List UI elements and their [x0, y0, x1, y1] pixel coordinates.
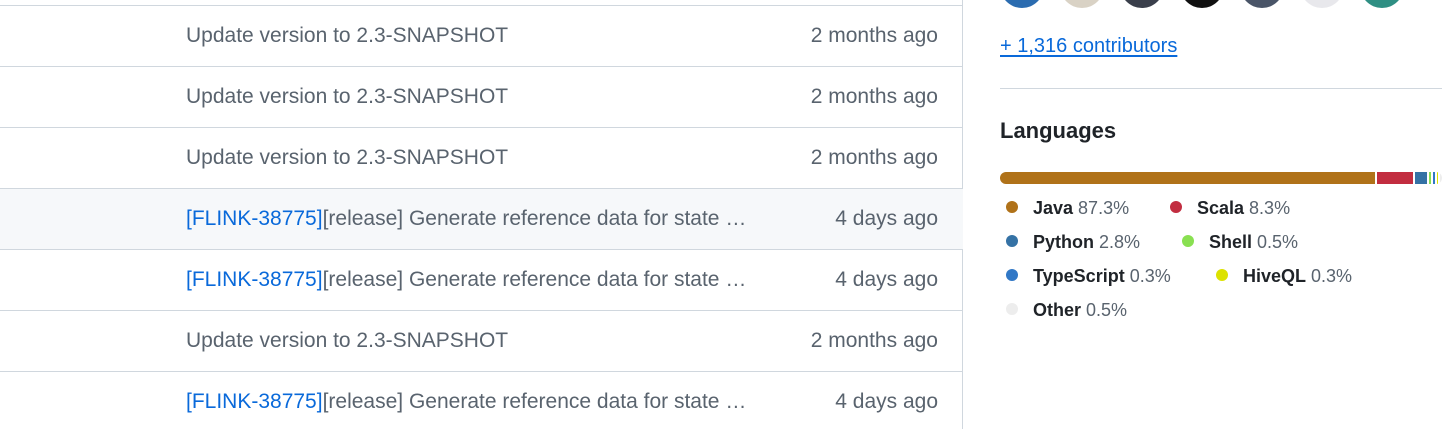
- language-dot-icon: [1006, 235, 1018, 248]
- commit-date: 4 days ago: [835, 207, 938, 230]
- language-name: Java: [1033, 198, 1074, 218]
- language-percent: 2.8%: [1099, 232, 1141, 252]
- commit-message-text[interactable]: [release] Generate reference data for st…: [323, 390, 758, 413]
- commit-message-text[interactable]: Update version to 2.3-SNAPSHOT: [186, 329, 508, 352]
- lang-bar-segment-java[interactable]: [1000, 172, 1376, 184]
- legend-item-typescript[interactable]: TypeScript 0.3%: [1006, 266, 1171, 287]
- commit-date: 2 months ago: [810, 24, 938, 47]
- commit-message[interactable]: [FLINK-38775][release] Generate referenc…: [186, 207, 758, 231]
- file-row[interactable]: [FLINK-38775][release] Generate referenc…: [0, 249, 963, 310]
- legend-item-python[interactable]: Python 2.8%: [1006, 232, 1140, 253]
- contributors-link[interactable]: + 1,316 contributors: [1000, 35, 1177, 58]
- divider: [1000, 88, 1442, 89]
- commit-date: 2 months ago: [810, 329, 938, 352]
- issue-link[interactable]: [FLINK-38775]: [186, 268, 323, 291]
- avatar[interactable]: [1300, 0, 1344, 8]
- language-percent: 8.3%: [1249, 198, 1291, 218]
- language-percent: 87.3%: [1078, 198, 1130, 218]
- commit-message-text[interactable]: [release] Generate reference data for st…: [323, 207, 758, 230]
- language-dot-icon: [1006, 303, 1018, 316]
- file-row[interactable]: Update version to 2.3-SNAPSHOT 2 months …: [0, 66, 963, 127]
- commit-message[interactable]: Update version to 2.3-SNAPSHOT: [186, 85, 508, 109]
- lang-bar-segment-other[interactable]: [1439, 172, 1442, 184]
- lang-bar-segment-python[interactable]: [1415, 172, 1428, 184]
- commit-message[interactable]: Update version to 2.3-SNAPSHOT: [186, 146, 508, 170]
- avatar[interactable]: [1180, 0, 1224, 8]
- languages-heading: Languages: [1000, 118, 1117, 143]
- commit-message-text[interactable]: Update version to 2.3-SNAPSHOT: [186, 24, 508, 47]
- file-list: Update version to 2.3-SNAPSHOT 2 months …: [0, 0, 963, 429]
- commit-message-text[interactable]: [release] Generate reference data for st…: [323, 268, 758, 291]
- commit-date: 2 months ago: [810, 146, 938, 169]
- language-percent: 0.5%: [1086, 300, 1128, 320]
- file-row[interactable]: Update version to 2.3-SNAPSHOT 2 months …: [0, 310, 963, 371]
- commit-message[interactable]: [FLINK-38775][release] Generate referenc…: [186, 390, 758, 414]
- languages-bar: [1000, 172, 1442, 184]
- lang-bar-segment-typescript[interactable]: [1433, 172, 1435, 184]
- avatar[interactable]: [1240, 0, 1284, 8]
- legend-item-scala[interactable]: Scala 8.3%: [1170, 198, 1290, 219]
- commit-date: 4 days ago: [835, 268, 938, 291]
- commit-message[interactable]: Update version to 2.3-SNAPSHOT: [186, 24, 508, 48]
- commit-date: 4 days ago: [835, 390, 938, 413]
- language-name: HiveQL: [1243, 266, 1307, 286]
- legend-item-java[interactable]: Java 87.3%: [1006, 198, 1129, 219]
- language-dot-icon: [1170, 201, 1182, 214]
- lang-bar-segment-scala[interactable]: [1377, 172, 1414, 184]
- file-row[interactable]: Update version to 2.3-SNAPSHOT 2 months …: [0, 127, 963, 188]
- issue-link[interactable]: [FLINK-38775]: [186, 390, 323, 413]
- avatar[interactable]: [1120, 0, 1164, 8]
- commit-message[interactable]: Update version to 2.3-SNAPSHOT: [186, 329, 508, 353]
- avatar[interactable]: [1000, 0, 1044, 8]
- language-name: Shell: [1209, 232, 1253, 252]
- avatar[interactable]: [1060, 0, 1104, 8]
- avatar[interactable]: [1360, 0, 1404, 8]
- commit-message-text[interactable]: Update version to 2.3-SNAPSHOT: [186, 85, 508, 108]
- legend-item-shell[interactable]: Shell 0.5%: [1182, 232, 1298, 253]
- language-dot-icon: [1182, 235, 1194, 248]
- file-row[interactable]: Update version to 2.3-SNAPSHOT 2 months …: [0, 5, 963, 66]
- legend-item-other[interactable]: Other 0.5%: [1006, 300, 1127, 321]
- commit-message[interactable]: [FLINK-38775][release] Generate referenc…: [186, 268, 758, 292]
- language-percent: 0.5%: [1257, 232, 1299, 252]
- language-percent: 0.3%: [1129, 266, 1171, 286]
- commit-message-text[interactable]: Update version to 2.3-SNAPSHOT: [186, 146, 508, 169]
- legend-item-hiveql[interactable]: HiveQL 0.3%: [1216, 266, 1352, 287]
- language-percent: 0.3%: [1311, 266, 1353, 286]
- issue-link[interactable]: [FLINK-38775]: [186, 207, 323, 230]
- language-dot-icon: [1006, 269, 1018, 282]
- language-name: TypeScript: [1033, 266, 1125, 286]
- language-name: Other: [1033, 300, 1082, 320]
- sidebar: + 1,316 contributors Languages Java 87.3%…: [1000, 0, 1442, 429]
- commit-date: 2 months ago: [810, 85, 938, 108]
- language-dot-icon: [1216, 269, 1228, 282]
- language-name: Scala: [1197, 198, 1245, 218]
- file-row[interactable]: [FLINK-38775][release] Generate referenc…: [0, 371, 963, 429]
- lang-bar-segment-hiveql[interactable]: [1436, 172, 1438, 184]
- language-name: Python: [1033, 232, 1094, 252]
- lang-bar-segment-shell[interactable]: [1429, 172, 1432, 184]
- file-row[interactable]: [FLINK-38775][release] Generate referenc…: [0, 188, 963, 249]
- language-dot-icon: [1006, 201, 1018, 214]
